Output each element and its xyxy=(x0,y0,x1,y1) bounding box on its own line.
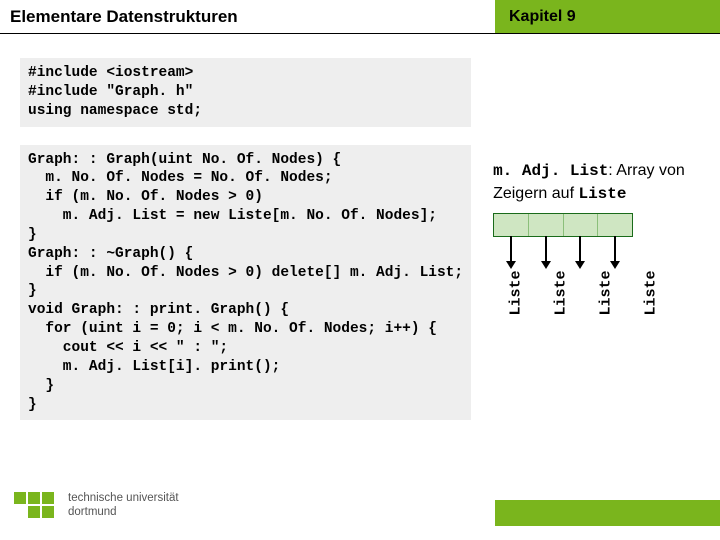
array-cell xyxy=(598,214,632,236)
caption-type: Liste xyxy=(578,185,626,203)
uni-line1: technische universität xyxy=(68,491,179,505)
code-block-graph: Graph: : Graph(uint No. Of. Nodes) { m. … xyxy=(20,145,471,421)
array-cell xyxy=(564,214,599,236)
arrow-down-icon xyxy=(541,236,551,269)
tu-logo: technische universität dortmund xyxy=(14,486,179,524)
array-cell xyxy=(494,214,529,236)
liste-labels-row: Liste Liste Liste Liste xyxy=(493,263,633,323)
array-box xyxy=(493,213,633,237)
liste-label: Liste xyxy=(621,271,681,316)
header-title-left: Elementare Datenstrukturen xyxy=(0,0,495,33)
array-cell xyxy=(529,214,564,236)
uni-line2: dortmund xyxy=(68,505,179,519)
tu-logo-text: technische universität dortmund xyxy=(68,491,179,520)
slide-header: Elementare Datenstrukturen Kapitel 9 xyxy=(0,0,720,34)
tu-logo-icon xyxy=(14,486,58,524)
code-column: #include <iostream> #include "Graph. h" … xyxy=(20,58,471,438)
slide-footer: technische universität dortmund xyxy=(0,470,720,540)
diagram-caption: m. Adj. List: Array von Zeigern auf List… xyxy=(493,160,700,205)
footer-accent-bar xyxy=(495,500,720,526)
arrow-down-icon xyxy=(575,236,585,269)
arrow-down-icon xyxy=(506,236,516,269)
code-block-includes: #include <iostream> #include "Graph. h" … xyxy=(20,58,471,127)
header-title-right: Kapitel 9 xyxy=(495,0,720,33)
caption-var: m. Adj. List xyxy=(493,162,608,180)
diagram-column: m. Adj. List: Array von Zeigern auf List… xyxy=(471,58,700,438)
slide-content: #include <iostream> #include "Graph. h" … xyxy=(0,34,720,438)
arrow-down-icon xyxy=(610,236,620,269)
